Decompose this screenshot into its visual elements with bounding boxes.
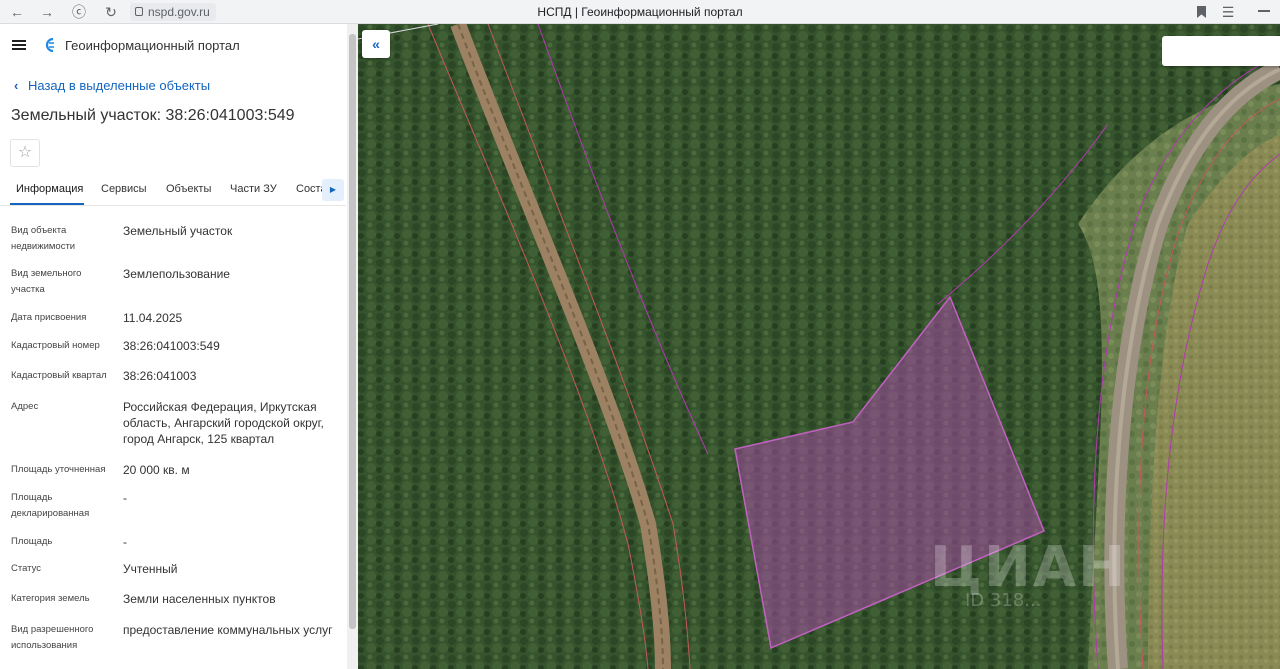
property-value: 38:26:041003:549 [123, 339, 220, 353]
property-value: Российская Федерация, Иркутская область,… [123, 400, 324, 446]
active-tab-indicator [10, 203, 84, 205]
property-label: Статус [11, 563, 42, 574]
tabs-scroll-right-icon[interactable]: ▶ [322, 179, 344, 201]
tab-parcel-parts[interactable]: Части ЗУ [230, 183, 277, 195]
property-value: - [123, 535, 127, 549]
property-label: Адрес [11, 401, 39, 412]
property-label: Категория земель [11, 593, 90, 604]
portal-logo-icon [45, 38, 54, 52]
info-sidebar: Геоинформационный портал ‹ Назад в выделе… [0, 24, 358, 669]
satellite-map[interactable] [358, 24, 1280, 669]
sidebar-scrollbar[interactable] [347, 24, 358, 669]
bookmark-icon[interactable] [1197, 6, 1206, 18]
tab-services[interactable]: Сервисы [101, 183, 147, 195]
property-label: Дата присвоения [11, 312, 87, 323]
lock-icon [135, 7, 143, 16]
back-to-selected-link[interactable]: ‹ Назад в выделенные объекты [14, 78, 210, 93]
favorite-star-icon[interactable]: ☆ [10, 139, 40, 167]
page-title: Земельный участок: 38:26:041003:549 [11, 107, 295, 124]
yandex-icon[interactable]: ⓒ [70, 3, 88, 21]
back-arrow-icon[interactable]: ← [8, 3, 26, 21]
map-canvas [358, 24, 1280, 669]
property-label: Кадастровый номер [11, 340, 100, 351]
portal-name: Геоинформационный портал [65, 38, 240, 53]
property-label: Кадастровый квартал [11, 370, 107, 381]
property-label: Площадь декларированная [11, 492, 90, 519]
property-label: Площадь [11, 536, 53, 547]
map-search-input[interactable] [1162, 36, 1280, 66]
back-link-label: Назад в выделенные объекты [28, 78, 211, 93]
menu-icon[interactable]: ☰ [1220, 4, 1236, 20]
property-label: Вид объекта недвижимости [11, 225, 76, 252]
property-value: Земли населенных пунктов [123, 592, 276, 606]
hamburger-menu-icon[interactable] [12, 40, 26, 50]
property-label: Вид разрешенного использования [11, 624, 94, 651]
tab-bar: Информация Сервисы Объекты Части ЗУ Сост… [0, 174, 346, 206]
property-value: - [123, 491, 127, 505]
tab-info[interactable]: Информация [16, 183, 83, 195]
address-bar[interactable]: nspd.gov.ru [130, 3, 216, 21]
property-value: Земельный участок [123, 224, 233, 238]
property-value: 38:26:041003 [123, 369, 197, 383]
forward-arrow-icon[interactable]: → [38, 3, 56, 21]
property-label: Площадь уточненная [11, 464, 106, 475]
property-value: 11.04.2025 [123, 311, 183, 325]
url-text: nspd.gov.ru [148, 5, 210, 19]
property-label: Вид земельного участка [11, 268, 82, 295]
property-value: предоставление коммунальных услуг [123, 623, 333, 637]
tab-objects[interactable]: Объекты [166, 183, 211, 195]
property-value: 20 000 кв. м [123, 463, 190, 477]
minimize-icon[interactable] [1258, 10, 1270, 12]
chevron-left-icon: ‹ [14, 78, 19, 93]
reload-icon[interactable]: ↻ [102, 3, 120, 21]
collapse-panel-icon[interactable]: « [362, 30, 390, 58]
browser-toolbar: ← → ⓒ ↻ nspd.gov.ru НСПД | Геоинформацио… [0, 0, 1280, 24]
scrollbar-thumb[interactable] [349, 34, 356, 629]
property-value: Землепользование [123, 267, 230, 281]
property-value: Учтенный [123, 562, 178, 576]
